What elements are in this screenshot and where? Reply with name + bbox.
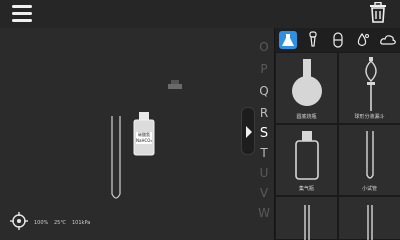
test-tube-object[interactable] — [110, 116, 122, 202]
equipment-label: 集气瓶 — [298, 186, 314, 192]
crosshair-icon[interactable] — [10, 212, 28, 230]
stopper-object[interactable] — [168, 80, 182, 90]
humidity-readout: 100% — [34, 220, 49, 226]
equipment-item-round-flask[interactable]: 圆底烧瓶 — [275, 52, 338, 124]
letter-u[interactable]: U — [252, 166, 276, 180]
temperature-readout: 25℃ — [54, 220, 66, 226]
pressure-readout: 101kPa — [72, 220, 91, 226]
letter-q[interactable]: Q — [252, 84, 276, 98]
letter-o[interactable]: O — [252, 40, 276, 54]
capsule-icon — [333, 32, 343, 48]
trash-icon[interactable] — [368, 1, 388, 24]
equipment-item-rod-right[interactable] — [338, 196, 400, 240]
top-bar — [0, 0, 400, 28]
equipment-item-gas-bottle[interactable]: 集气瓶 — [275, 124, 338, 196]
letter-w[interactable]: W — [252, 206, 276, 220]
drops-tab[interactable] — [354, 31, 372, 49]
equipment-item-rod-left[interactable] — [275, 196, 338, 240]
hamburger-menu-icon[interactable] — [12, 5, 32, 23]
separatory-funnel-icon — [365, 57, 377, 111]
dropper-icon — [309, 31, 317, 47]
equipment-label: 小试管 — [361, 186, 377, 192]
reagent-bottle-object[interactable]: 碳酸氢 NaHCO₃ — [132, 112, 156, 156]
chevron-right-icon — [246, 126, 252, 138]
bottle-label-line2: NaHCO₃ — [136, 138, 152, 143]
letter-p[interactable]: P — [252, 62, 276, 76]
equipment-panel: 圆底烧瓶 球形分液漏斗 集气瓶 小试管 — [274, 28, 400, 240]
flask-tab[interactable] — [279, 31, 297, 49]
drops-icon — [357, 32, 369, 47]
panel-toggle-handle[interactable] — [241, 107, 255, 155]
cloud-icon — [380, 35, 396, 45]
equipment-label: 球形分液漏斗 — [354, 114, 385, 120]
equipment-label: 圆底烧瓶 — [296, 114, 317, 120]
lab-bench: 碳酸氢 NaHCO₃ — [0, 28, 274, 240]
equipment-item-separatory-funnel[interactable]: 球形分液漏斗 — [338, 52, 400, 124]
gas-bottle-icon — [295, 131, 319, 180]
glass-tube-icon — [367, 205, 373, 240]
round-flask-icon — [292, 59, 322, 106]
dropper-tab[interactable] — [304, 31, 322, 49]
equipment-item-small-test-tube[interactable]: 小试管 — [338, 124, 400, 196]
small-test-tube-icon — [366, 131, 374, 179]
equipment-grid: 圆底烧瓶 球形分液漏斗 集气瓶 小试管 — [275, 52, 400, 240]
category-tabs — [275, 28, 400, 52]
cloud-tab[interactable] — [379, 31, 397, 49]
flask-icon — [282, 34, 294, 46]
glass-rod-icon — [304, 205, 310, 240]
capsule-tab[interactable] — [329, 31, 347, 49]
letter-v[interactable]: V — [252, 186, 276, 200]
